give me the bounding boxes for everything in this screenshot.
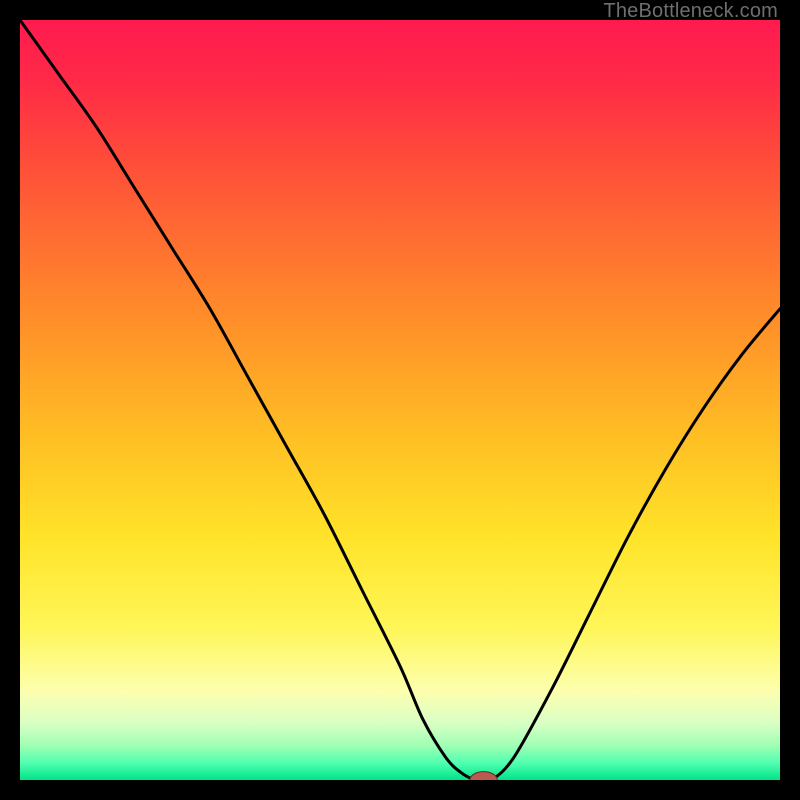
plot-area xyxy=(20,20,780,780)
chart-svg xyxy=(20,20,780,780)
app-frame: TheBottleneck.com xyxy=(0,0,800,800)
